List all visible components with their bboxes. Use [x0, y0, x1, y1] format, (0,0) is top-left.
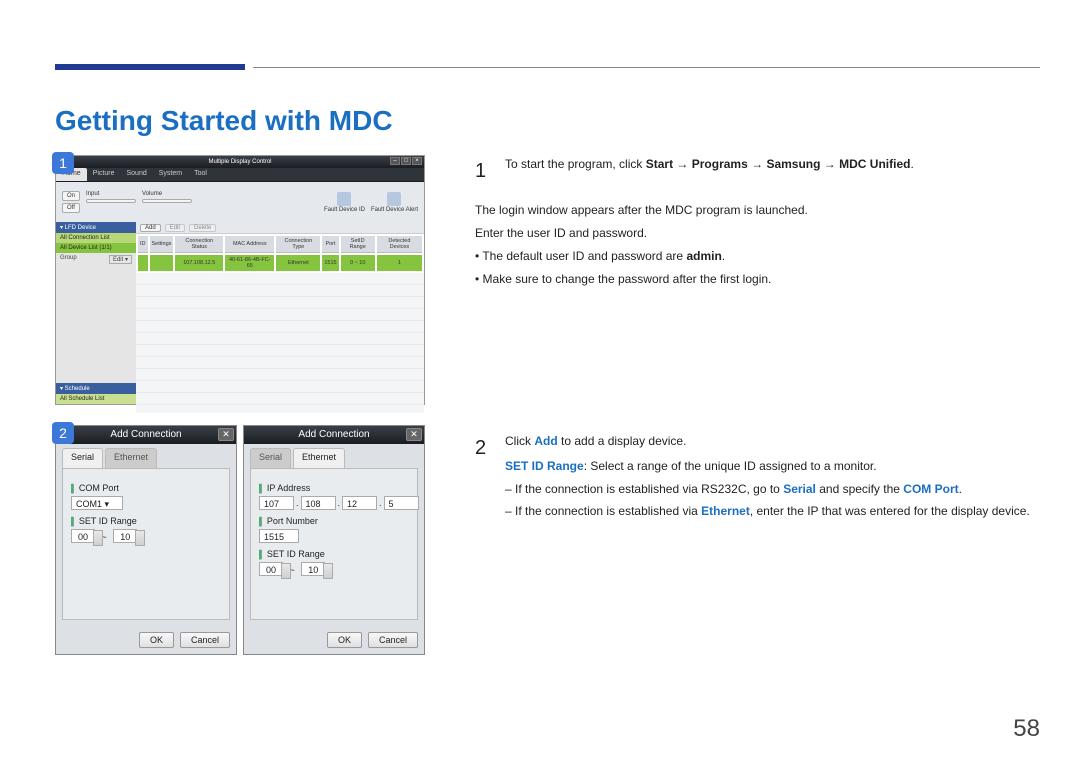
ip-seg-1[interactable]: 107	[259, 496, 294, 510]
fault-device-id-label: Fault Device ID	[324, 207, 365, 213]
page-number: 58	[1013, 715, 1040, 743]
toolbar: On Off Input Volume Fault Dev	[56, 182, 424, 222]
tab-system[interactable]: System	[153, 168, 188, 181]
maximize-icon[interactable]: □	[401, 157, 411, 165]
mdc-main-window: 1 Multiple Display Control – □ × Home Pi…	[55, 155, 425, 405]
add-connection-dialogs: 2 Add Connection ✕ Serial Ethernet COM P…	[55, 425, 445, 655]
ok-button[interactable]: OK	[139, 632, 174, 648]
volume-slider[interactable]	[142, 199, 192, 203]
sidebar-all-schedule[interactable]: All Schedule List	[56, 394, 136, 404]
dialog-titlebar: Add Connection ✕	[244, 426, 424, 444]
close-icon[interactable]: ✕	[406, 428, 422, 441]
port-label: Port Number	[259, 516, 409, 526]
col-conn-type: Connection Type	[276, 236, 320, 253]
table-row[interactable]: 107.108.12.5 40-61-86-4B-FC-65 Ethernet …	[138, 255, 422, 271]
step2-instruction: Click Add to add a display device.	[505, 432, 1040, 451]
callout-badge-2: 2	[52, 422, 74, 444]
ok-button[interactable]: OK	[327, 632, 362, 648]
ip-seg-2[interactable]: 108	[301, 496, 336, 510]
on-button[interactable]: On	[62, 191, 80, 201]
setid-to-input[interactable]: 10	[301, 562, 325, 576]
setid-from-input[interactable]: 00	[259, 562, 283, 576]
step2-setid: SET ID Range: Select a range of the uniq…	[505, 457, 1040, 476]
tab-sound[interactable]: Sound	[120, 168, 152, 181]
setid-label: SET ID Range	[71, 516, 221, 526]
callout-badge-1: 1	[52, 152, 74, 174]
device-table: ID Settings Connection Status MAC Addres…	[136, 234, 424, 273]
empty-grid	[136, 273, 424, 413]
dialog-titlebar: Add Connection ✕	[56, 426, 236, 444]
fault-device-alert-icon[interactable]	[387, 192, 401, 206]
setid-to-input[interactable]: 10	[113, 529, 137, 543]
sidebar-blank	[56, 266, 136, 383]
fault-device-id-icon[interactable]	[337, 192, 351, 206]
step-number-1: 1	[475, 155, 493, 187]
add-connection-ethernet-dialog: Add Connection ✕ Serial Ethernet IP Addr…	[243, 425, 425, 655]
setid-from-input[interactable]: 00	[71, 529, 95, 543]
device-toolbar: Add Edit Delete	[136, 222, 424, 234]
sidebar-lfd-header[interactable]: ▾ LFD Device	[56, 222, 136, 233]
main-panel: Add Edit Delete ID Settings Connection S…	[136, 222, 424, 404]
close-icon[interactable]: ×	[412, 157, 422, 165]
input-label: Input	[86, 191, 136, 197]
header-accent-bar	[55, 64, 245, 70]
col-setid: SetID Range	[341, 236, 375, 253]
col-conn-status: Connection Status	[175, 236, 223, 253]
add-connection-serial-dialog: 2 Add Connection ✕ Serial Ethernet COM P…	[55, 425, 237, 655]
sidebar: ▾ LFD Device All Connection List All Dev…	[56, 222, 136, 404]
minimize-icon[interactable]: –	[390, 157, 400, 165]
tab-ethernet[interactable]: Ethernet	[293, 448, 345, 468]
step2-dash1: If the connection is established via RS2…	[505, 480, 1040, 499]
sidebar-all-device[interactable]: All Device List (1/1)	[56, 243, 136, 253]
sidebar-group-label: Group	[60, 255, 77, 264]
step1-line2: The login window appears after the MDC p…	[475, 201, 1040, 220]
volume-label: Volume	[142, 191, 192, 197]
col-detected: Detected Devices	[377, 236, 422, 253]
page-title: Getting Started with MDC	[55, 105, 1040, 137]
window-title: Multiple Display Control	[208, 159, 271, 165]
cancel-button[interactable]: Cancel	[368, 632, 418, 648]
close-icon[interactable]: ✕	[218, 428, 234, 441]
sidebar-all-connection[interactable]: All Connection List	[56, 233, 136, 243]
dialog-title: Add Connection	[298, 429, 369, 440]
ip-label: IP Address	[259, 483, 409, 493]
col-settings: Settings	[150, 236, 174, 253]
sidebar-group-row: Group Edit ▾	[56, 253, 136, 266]
tab-picture[interactable]: Picture	[87, 168, 121, 181]
sidebar-schedule-header[interactable]: ▾ Schedule	[56, 383, 136, 394]
ip-seg-4[interactable]: 5	[384, 496, 419, 510]
step1-bullet1: The default user ID and password are adm…	[475, 247, 1040, 266]
step1-bullet2: Make sure to change the password after t…	[475, 270, 1040, 289]
ip-seg-3[interactable]: 12	[342, 496, 377, 510]
edit-button[interactable]: Edit	[165, 224, 185, 232]
tab-ethernet[interactable]: Ethernet	[105, 448, 157, 468]
input-select[interactable]	[86, 199, 136, 203]
step1-instruction: To start the program, click Start → Prog…	[505, 155, 1040, 174]
add-button[interactable]: Add	[140, 224, 161, 232]
fault-device-alert-label: Fault Device Alert	[371, 207, 418, 213]
tab-serial[interactable]: Serial	[62, 448, 103, 468]
off-button[interactable]: Off	[62, 203, 80, 213]
step1-line3: Enter the user ID and password.	[475, 224, 1040, 243]
dialog-title: Add Connection	[110, 429, 181, 440]
step-number-2: 2	[475, 432, 493, 525]
col-id: ID	[138, 236, 148, 253]
sidebar-edit-button[interactable]: Edit ▾	[109, 255, 132, 264]
header-divider	[253, 67, 1040, 68]
col-mac: MAC Address	[225, 236, 274, 253]
delete-button[interactable]: Delete	[189, 224, 216, 232]
comport-label: COM Port	[71, 483, 221, 493]
setid-label: SET ID Range	[259, 549, 409, 559]
tab-tool[interactable]: Tool	[188, 168, 213, 181]
step2-dash2: If the connection is established via Eth…	[505, 502, 1040, 521]
comport-select[interactable]: COM1 ▾	[71, 496, 123, 510]
port-input[interactable]: 1515	[259, 529, 299, 543]
tab-serial[interactable]: Serial	[250, 448, 291, 468]
col-port: Port	[322, 236, 338, 253]
cancel-button[interactable]: Cancel	[180, 632, 230, 648]
window-titlebar: Multiple Display Control – □ ×	[56, 156, 424, 168]
menu-bar: Home Picture Sound System Tool	[56, 168, 424, 182]
